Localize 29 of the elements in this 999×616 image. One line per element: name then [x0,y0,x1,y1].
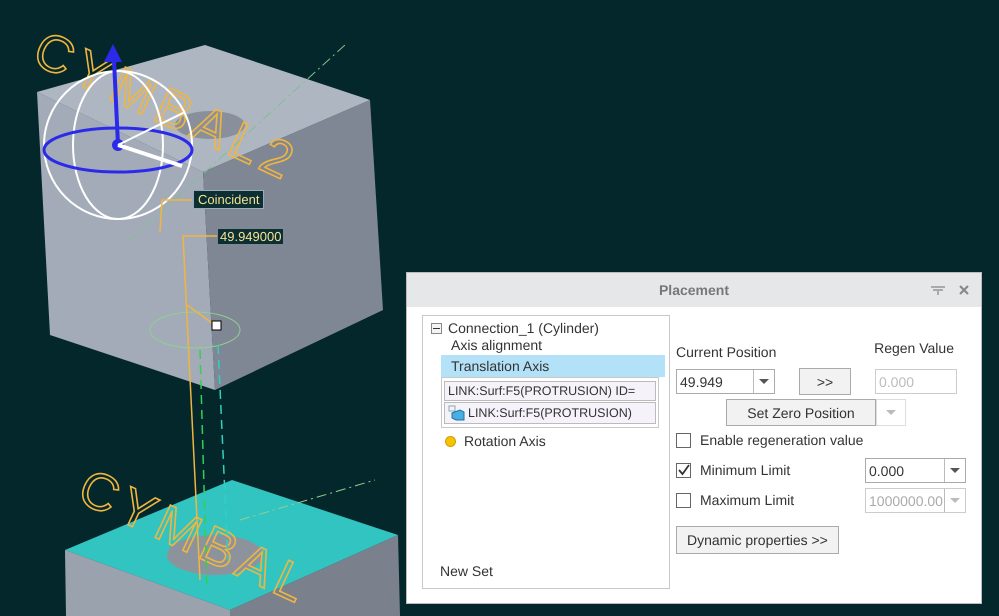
reference-item[interactable]: LINK:Surf:F5(PROTRUSION) [444,402,656,424]
current-position-field[interactable]: 49.949 [676,369,775,394]
checkbox-label: Minimum Limit [700,462,792,478]
tree-item-label: Translation Axis [451,358,550,374]
tree-item[interactable]: Translation Axis [441,355,665,377]
copy-button[interactable]: >> [799,368,851,395]
reference-item[interactable]: LINK:Surf:F5(PROTRUSION) ID= [444,381,656,401]
dimension-value: 49.949000 [218,229,284,244]
close-icon[interactable] [959,285,969,295]
drag-handle[interactable] [212,320,222,330]
surface-icon [448,405,465,421]
dialog-title: Placement [658,282,730,298]
regen-value-label: Regen Value [874,340,955,358]
tree-item[interactable]: Connection_1 (Cylinder) [448,320,599,336]
checkbox-label: Maximum Limit [700,492,796,508]
tree-item-label: Rotation Axis [464,433,546,449]
dynamic-properties-button[interactable]: Dynamic properties >> [676,526,839,554]
current-position-label: Current Position [676,344,776,360]
tree-item[interactable]: Rotation Axis [441,430,665,452]
collapse-icon[interactable] [431,322,442,334]
new-set-link[interactable]: New Set [440,563,493,579]
set-zero-button[interactable]: Set Zero Position [726,399,876,426]
leader-line [159,199,192,232]
checkbox[interactable] [676,462,691,478]
constraint-tag: Coincident [193,190,264,209]
tree-heading: Axis alignment [450,337,544,353]
checkbox[interactable] [676,432,691,448]
limit-field[interactable]: 0.000 [865,458,966,482]
checkbox-label: Enable regeneration value [700,432,864,448]
